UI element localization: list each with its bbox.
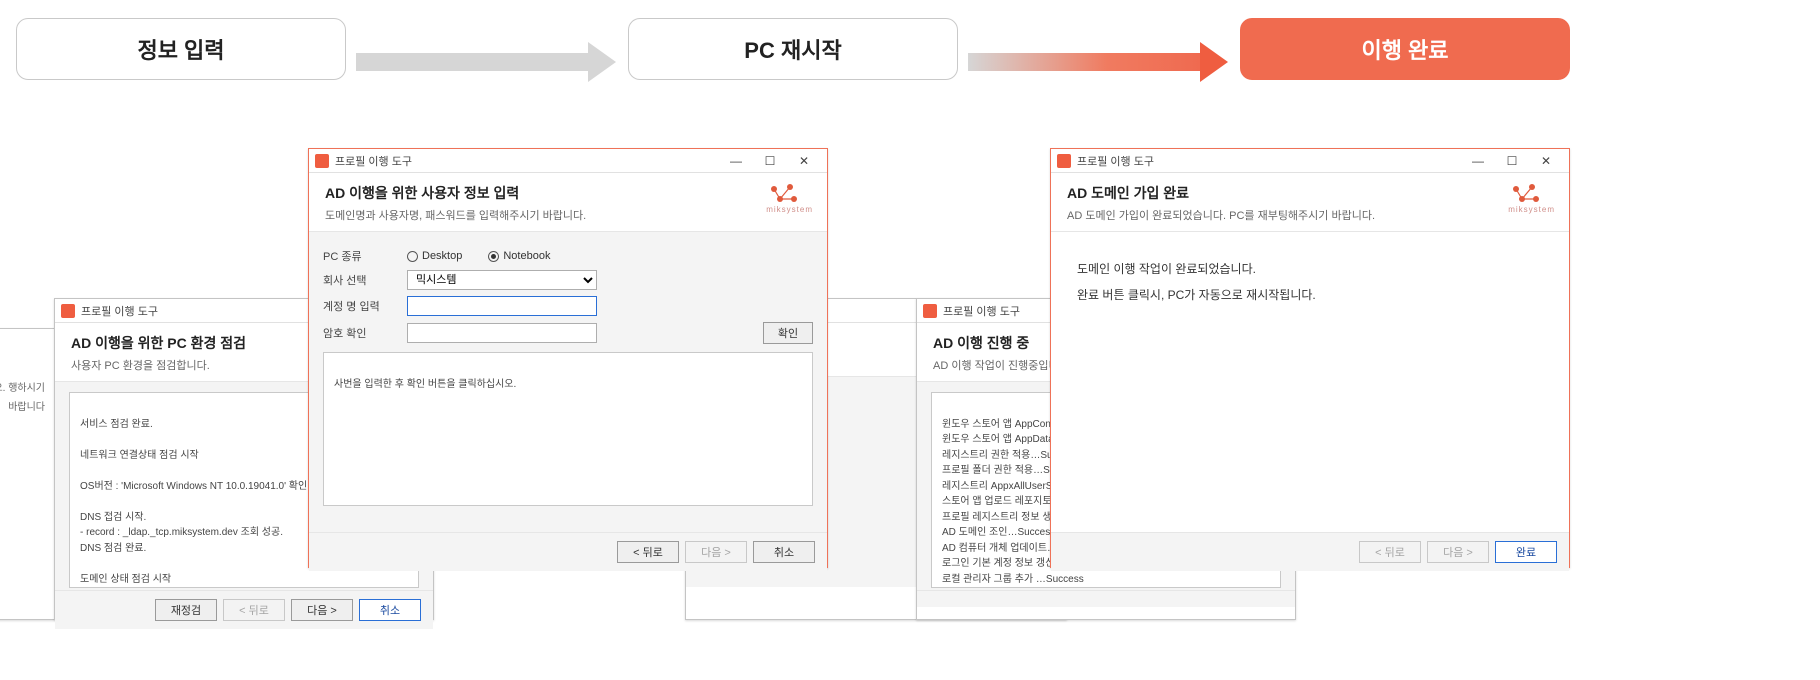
- step-label: 이행 완료: [1361, 33, 1448, 65]
- step-row: 정보 입력 PC 재시작 이행 완료: [16, 18, 1804, 82]
- subheading: AD 도메인 가입이 완료되었습니다. PC를 재부팅해주시기 바랍니다.: [1067, 207, 1553, 223]
- partial-text: 을 자동으로 전환해 따라 달라질 수 있을 시오. 행하시기 바랍니다: [0, 329, 55, 619]
- brand-icon: [1508, 183, 1542, 205]
- row-company: 회사 선택 믹시스템: [323, 270, 813, 290]
- next-button: 다음 >: [685, 541, 747, 563]
- window-title: 프로필 이행 도구: [335, 153, 719, 169]
- next-button[interactable]: 다음 >: [291, 599, 353, 621]
- window-controls: — ☐ ✕: [719, 149, 821, 173]
- instruction-text: 사번을 입력한 후 확인 버튼을 클릭하십시오.: [334, 379, 516, 390]
- password-input[interactable]: [407, 323, 597, 343]
- footer: [917, 590, 1295, 607]
- titlebar[interactable]: 프로필 이행 도구 — ☐ ✕: [1051, 149, 1569, 173]
- arrow-1: [356, 49, 616, 75]
- step-complete: 이행 완료: [1240, 18, 1570, 80]
- step-info-input: 정보 입력: [16, 18, 346, 80]
- close-icon[interactable]: ✕: [1529, 149, 1563, 173]
- body: 도메인 이행 작업이 완료되었습니다. 완료 버튼 클릭시, PC가 자동으로 …: [1051, 232, 1569, 532]
- instruction-box: 사번을 입력한 후 확인 버튼을 클릭하십시오.: [323, 352, 813, 506]
- account-input[interactable]: [407, 296, 597, 316]
- footer: 재정검 < 뒤로 다음 > 취소: [55, 590, 433, 629]
- complete-button[interactable]: 완료: [1495, 541, 1557, 563]
- heading: AD 이행을 위한 사용자 정보 입력: [325, 183, 811, 203]
- brand: miksystem: [766, 183, 813, 214]
- back-button[interactable]: < 뒤로: [617, 541, 679, 563]
- company-label: 회사 선택: [323, 272, 395, 288]
- footer: < 뒤로 다음 > 완료: [1051, 532, 1569, 571]
- company-select[interactable]: 믹시스템: [407, 270, 597, 290]
- back-button: < 뒤로: [223, 599, 285, 621]
- row-pc-type: PC 종류 Desktop Notebook: [323, 248, 813, 264]
- heading: AD 도메인 가입 완료: [1067, 183, 1553, 203]
- brand-icon: [766, 183, 800, 205]
- cancel-button[interactable]: 취소: [359, 599, 421, 621]
- maximize-icon[interactable]: ☐: [1495, 149, 1529, 173]
- close-icon[interactable]: ✕: [787, 149, 821, 173]
- step-label: 정보 입력: [137, 33, 224, 65]
- back-button: < 뒤로: [1359, 541, 1421, 563]
- complete-line-1: 도메인 이행 작업이 완료되었습니다.: [1077, 256, 1543, 282]
- app-icon: [923, 304, 937, 318]
- window-user-info-input: 프로필 이행 도구 — ☐ ✕ AD 이행을 위한 사용자 정보 입력 도메인명…: [308, 148, 828, 568]
- pc-type-label: PC 종류: [323, 248, 395, 264]
- complete-line-2: 완료 버튼 클릭시, PC가 자동으로 재시작됩니다.: [1077, 282, 1543, 308]
- brand: miksystem: [1508, 183, 1555, 214]
- maximize-icon[interactable]: ☐: [753, 149, 787, 173]
- step-pc-restart: PC 재시작: [628, 18, 958, 80]
- log-text: 서비스 점검 완료. 네트워크 연결상태 점검 시작 OS버전 : 'Micro…: [80, 419, 310, 589]
- app-icon: [61, 304, 75, 318]
- radio-notebook[interactable]: Notebook: [488, 250, 550, 262]
- footer: < 뒤로 다음 > 취소: [309, 532, 827, 571]
- step-label: PC 재시작: [744, 33, 841, 65]
- brand-text: miksystem: [766, 205, 813, 214]
- next-button: 다음 >: [1427, 541, 1489, 563]
- subheading: 도메인명과 사용자명, 패스워드를 입력해주시기 바랍니다.: [325, 207, 811, 223]
- minimize-icon[interactable]: —: [719, 149, 753, 173]
- cancel-button[interactable]: 취소: [753, 541, 815, 563]
- minimize-icon[interactable]: —: [1461, 149, 1495, 173]
- row-account: 계정 명 입력: [323, 296, 813, 316]
- titlebar[interactable]: 프로필 이행 도구 — ☐ ✕: [309, 149, 827, 173]
- header: AD 이행을 위한 사용자 정보 입력 도메인명과 사용자명, 패스워드를 입력…: [309, 173, 827, 232]
- brand-text: miksystem: [1508, 205, 1555, 214]
- app-icon: [315, 154, 329, 168]
- header: AD 도메인 가입 완료 AD 도메인 가입이 완료되었습니다. PC를 재부팅…: [1051, 173, 1569, 232]
- app-icon: [1057, 154, 1071, 168]
- recheck-button[interactable]: 재정검: [155, 599, 217, 621]
- window-controls: — ☐ ✕: [1461, 149, 1563, 173]
- password-label: 암호 확인: [323, 325, 395, 341]
- row-password: 암호 확인 확인: [323, 322, 813, 344]
- body: PC 종류 Desktop Notebook 회사 선택 믹시스템 계정 명 입…: [309, 232, 827, 532]
- radio-desktop[interactable]: Desktop: [407, 250, 462, 262]
- confirm-button[interactable]: 확인: [763, 322, 813, 344]
- arrow-2: [968, 49, 1228, 75]
- account-label: 계정 명 입력: [323, 298, 395, 314]
- window-title: 프로필 이행 도구: [1077, 153, 1461, 169]
- window-intro-partial: 을 자동으로 전환해 따라 달라질 수 있을 시오. 행하시기 바랍니다: [0, 328, 56, 620]
- window-domain-join-complete: 프로필 이행 도구 — ☐ ✕ AD 도메인 가입 완료 AD 도메인 가입이 …: [1050, 148, 1570, 568]
